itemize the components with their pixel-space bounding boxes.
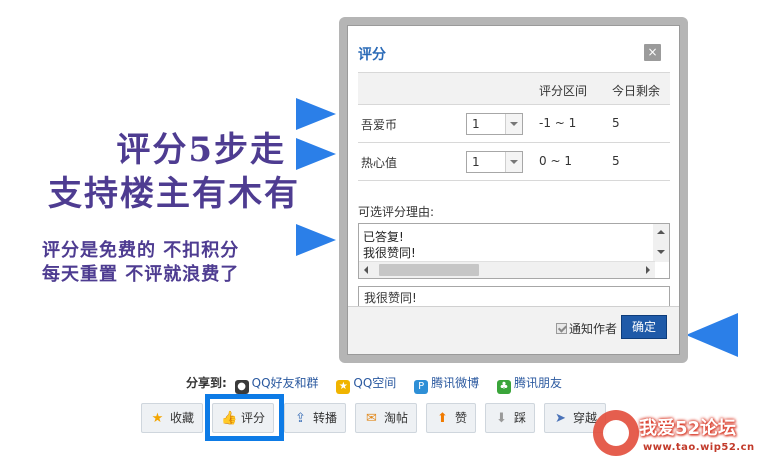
- remaining-count: 5: [612, 154, 620, 168]
- scroll-right-icon[interactable]: [646, 266, 650, 274]
- share-tencent-weibo[interactable]: P 腾讯微博: [414, 376, 479, 394]
- dialog-title: 评分: [358, 47, 386, 63]
- watermark-logo-icon: [593, 410, 639, 456]
- rating-table-header: 评分区间 今日剩余: [358, 72, 670, 105]
- reason-option[interactable]: 已答复!: [363, 228, 404, 245]
- header-remaining: 今日剩余: [612, 84, 661, 98]
- tencent-weibo-icon: P: [414, 380, 429, 394]
- reason-input[interactable]: [358, 286, 670, 308]
- watermark-text: 我爱52论坛: [639, 418, 737, 439]
- share-bar: 分享到: ● QQ好友和群 ★ QQ空间 P 腾讯微博 ♣ 腾讯朋友: [186, 374, 576, 394]
- watermark-url: www.tao.wip52.cn: [643, 442, 755, 453]
- promo-subtext: 评分是免费的 不扣积分 每天重置 不评就浪费了: [42, 239, 239, 287]
- favorite-button[interactable]: ★ 收藏: [141, 403, 204, 433]
- arrow-left-icon: [686, 313, 738, 357]
- rating-name: 吾爱币: [361, 118, 398, 132]
- reason-listbox[interactable]: 已答复! 我很赞同!: [358, 223, 670, 279]
- rating-dialog-frame: 评分 × 评分区间 今日剩余 吾爱币 1 -1 ~ 1 5 热心值 1 0 ~ …: [339, 17, 688, 363]
- dialog-footer: 通知作者 确定: [348, 306, 679, 354]
- arrow-right-icon: [296, 98, 336, 130]
- scroll-left-icon[interactable]: [364, 266, 368, 274]
- reason-option[interactable]: 我很赞同!: [363, 244, 416, 261]
- share-qzone[interactable]: ★ QQ空间: [336, 376, 396, 394]
- close-button[interactable]: ×: [644, 44, 661, 61]
- vertical-scrollbar[interactable]: [653, 224, 669, 262]
- rate-button-highlight: [205, 394, 284, 441]
- notify-author-checkbox[interactable]: 通知作者: [556, 320, 617, 337]
- scroll-up-icon[interactable]: [657, 230, 665, 234]
- rating-row-rexinzhi: 热心值 1 0 ~ 1 5: [358, 143, 670, 181]
- star-icon: ★: [151, 411, 164, 426]
- promo-line-2: 支持楼主有木有: [48, 174, 300, 214]
- promo-line-3: 评分是免费的 不扣积分: [42, 240, 240, 261]
- rating-row-wuaibi: 吾爱币 1 -1 ~ 1 5: [358, 105, 670, 143]
- forward-button[interactable]: ⇪ 转播: [284, 403, 347, 433]
- arrow-down-icon: ⬇: [496, 411, 507, 426]
- arrow-right-icon: [296, 224, 336, 256]
- scroll-down-icon[interactable]: [657, 250, 665, 254]
- score-select[interactable]: 1: [466, 151, 523, 173]
- promo-line-4: 每天重置 不评就浪费了: [42, 264, 240, 285]
- rating-name: 热心值: [361, 156, 398, 170]
- qzone-icon: ★: [336, 380, 351, 394]
- mail-icon: ✉: [366, 411, 377, 426]
- paper-plane-icon: ➤: [555, 411, 566, 426]
- arrow-right-icon: [296, 138, 336, 170]
- chevron-down-icon[interactable]: [505, 114, 522, 134]
- chevron-down-icon[interactable]: [505, 152, 522, 172]
- remaining-count: 5: [612, 116, 620, 130]
- like-button[interactable]: ⬆ 赞: [426, 403, 477, 433]
- share-qq-friends[interactable]: ● QQ好友和群: [234, 376, 319, 394]
- checkbox-icon[interactable]: [556, 323, 567, 334]
- rating-table: 评分区间 今日剩余 吾爱币 1 -1 ~ 1 5 热心值 1 0 ~ 1 5: [358, 72, 670, 181]
- arrow-up-icon: ⬆: [437, 411, 448, 426]
- promo-line-1: 评分5步走: [116, 130, 286, 170]
- share-label: 分享到:: [186, 376, 227, 390]
- header-range: 评分区间: [539, 84, 588, 98]
- notify-label: 通知作者: [569, 322, 618, 336]
- retweet-icon: ⇪: [295, 411, 306, 426]
- qq-icon: ●: [234, 380, 249, 394]
- score-value: 1: [472, 117, 480, 131]
- confirm-button[interactable]: 确定: [621, 315, 667, 339]
- score-select[interactable]: 1: [466, 113, 523, 135]
- score-range: -1 ~ 1: [539, 116, 577, 130]
- taotie-button[interactable]: ✉ 淘帖: [355, 403, 418, 433]
- score-value: 1: [472, 155, 480, 169]
- reason-label: 可选评分理由:: [358, 205, 435, 219]
- share-tencent-friends[interactable]: ♣ 腾讯朋友: [496, 376, 562, 394]
- dislike-button[interactable]: ⬇ 踩: [485, 403, 536, 433]
- promo-heading: 评分5步走 支持楼主有木有: [0, 128, 300, 216]
- rating-dialog: 评分 × 评分区间 今日剩余 吾爱币 1 -1 ~ 1 5 热心值 1 0 ~ …: [347, 25, 680, 355]
- horizontal-scrollbar[interactable]: [359, 261, 655, 278]
- forum-watermark: 我爱52论坛 www.tao.wip52.cn: [593, 406, 771, 464]
- scroll-thumb[interactable]: [379, 264, 479, 276]
- clover-icon: ♣: [496, 380, 511, 394]
- score-range: 0 ~ 1: [539, 154, 572, 168]
